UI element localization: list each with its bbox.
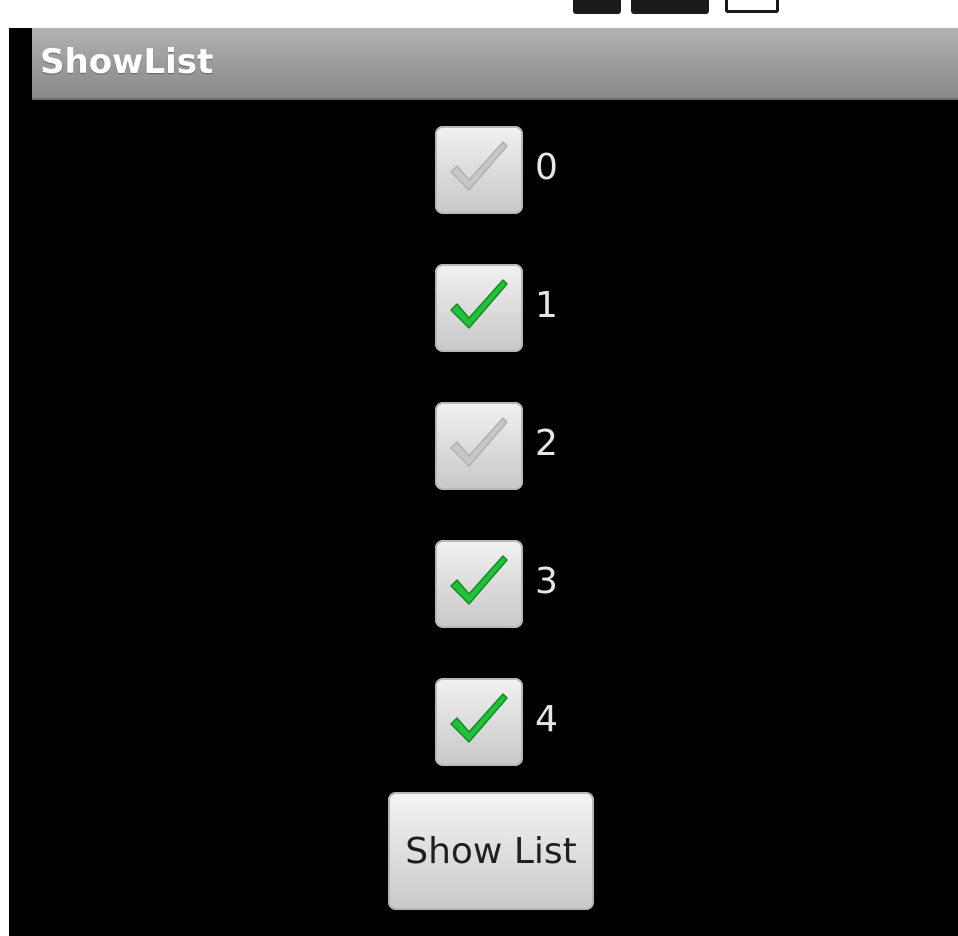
screen-frame: ShowList 0 1 2 3 4 Show List <box>0 0 958 936</box>
status-bar <box>9 0 958 28</box>
checkbox-row-3[interactable]: 3 <box>435 540 595 630</box>
checkbox-label-2: 2 <box>535 423 558 464</box>
check-icon <box>450 555 508 605</box>
app-window: ShowList 0 1 2 3 4 Show List <box>32 28 958 936</box>
signal-icon <box>573 0 621 14</box>
checkbox-row-2[interactable]: 2 <box>435 402 595 492</box>
checkbox-label-0: 0 <box>535 147 558 188</box>
checkbox-label-1: 1 <box>535 285 558 326</box>
show-list-button[interactable]: Show List <box>388 792 594 910</box>
checkbox-4[interactable] <box>435 678 523 766</box>
check-icon-dim <box>450 417 508 467</box>
checkbox-0[interactable] <box>435 126 523 214</box>
device-bezel <box>0 0 32 936</box>
checkbox-2[interactable] <box>435 402 523 490</box>
checkbox-row-0[interactable]: 0 <box>435 126 595 216</box>
checkbox-row-1[interactable]: 1 <box>435 264 595 354</box>
battery-icon <box>725 0 779 13</box>
check-icon <box>450 279 508 329</box>
checkbox-row-4[interactable]: 4 <box>435 678 595 768</box>
checkbox-label-4: 4 <box>535 699 558 740</box>
network-icon <box>631 0 709 14</box>
check-icon <box>450 693 508 743</box>
app-title: ShowList <box>40 42 214 82</box>
check-icon-dim <box>450 141 508 191</box>
checkbox-1[interactable] <box>435 264 523 352</box>
checkbox-label-3: 3 <box>535 561 558 602</box>
title-bar: ShowList <box>32 28 958 100</box>
checkbox-3[interactable] <box>435 540 523 628</box>
